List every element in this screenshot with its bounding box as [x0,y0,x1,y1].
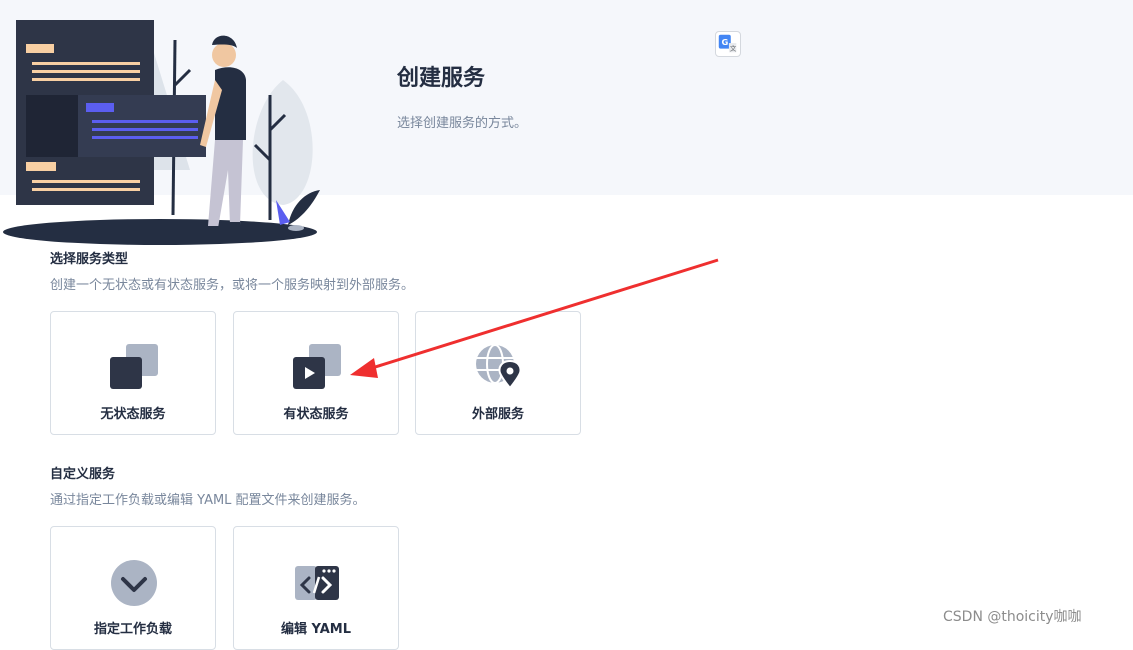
banner-illustration [3,20,320,245]
check-circle-icon [111,560,157,606]
watermark: CSDN @thoicity咖咖 [943,609,1082,625]
specify-workload-card[interactable]: 指定工作负载 [50,526,216,650]
custom-service-title: 自定义服务 [50,467,116,482]
external-service-card[interactable]: 外部服务 [415,311,581,435]
svg-text:G: G [722,37,729,47]
card-label: 编辑 YAML [281,622,351,637]
stateless-service-card[interactable]: 无状态服务 [50,311,216,435]
code-edit-icon [295,566,339,600]
translate-icon[interactable]: G 文 [715,31,741,57]
service-type-description: 创建一个无状态或有状态服务，或将一个服务映射到外部服务。 [50,278,415,293]
service-type-title: 选择服务类型 [50,252,129,267]
custom-service-description: 通过指定工作负载或编辑 YAML 配置文件来创建服务。 [50,493,366,508]
card-label: 外部服务 [471,407,524,422]
edit-yaml-card[interactable]: 编辑 YAML [233,526,399,650]
page-description: 选择创建服务的方式。 [397,116,528,131]
stateless-service-icon [110,344,158,389]
stateful-service-card[interactable]: 有状态服务 [233,311,399,435]
svg-text:文: 文 [730,43,737,52]
page-title: 创建服务 [397,66,486,91]
stateful-service-icon [293,344,341,389]
external-service-icon [476,344,522,390]
card-label: 指定工作负载 [93,622,172,637]
card-label: 无状态服务 [100,407,166,422]
card-label: 有状态服务 [283,407,349,422]
